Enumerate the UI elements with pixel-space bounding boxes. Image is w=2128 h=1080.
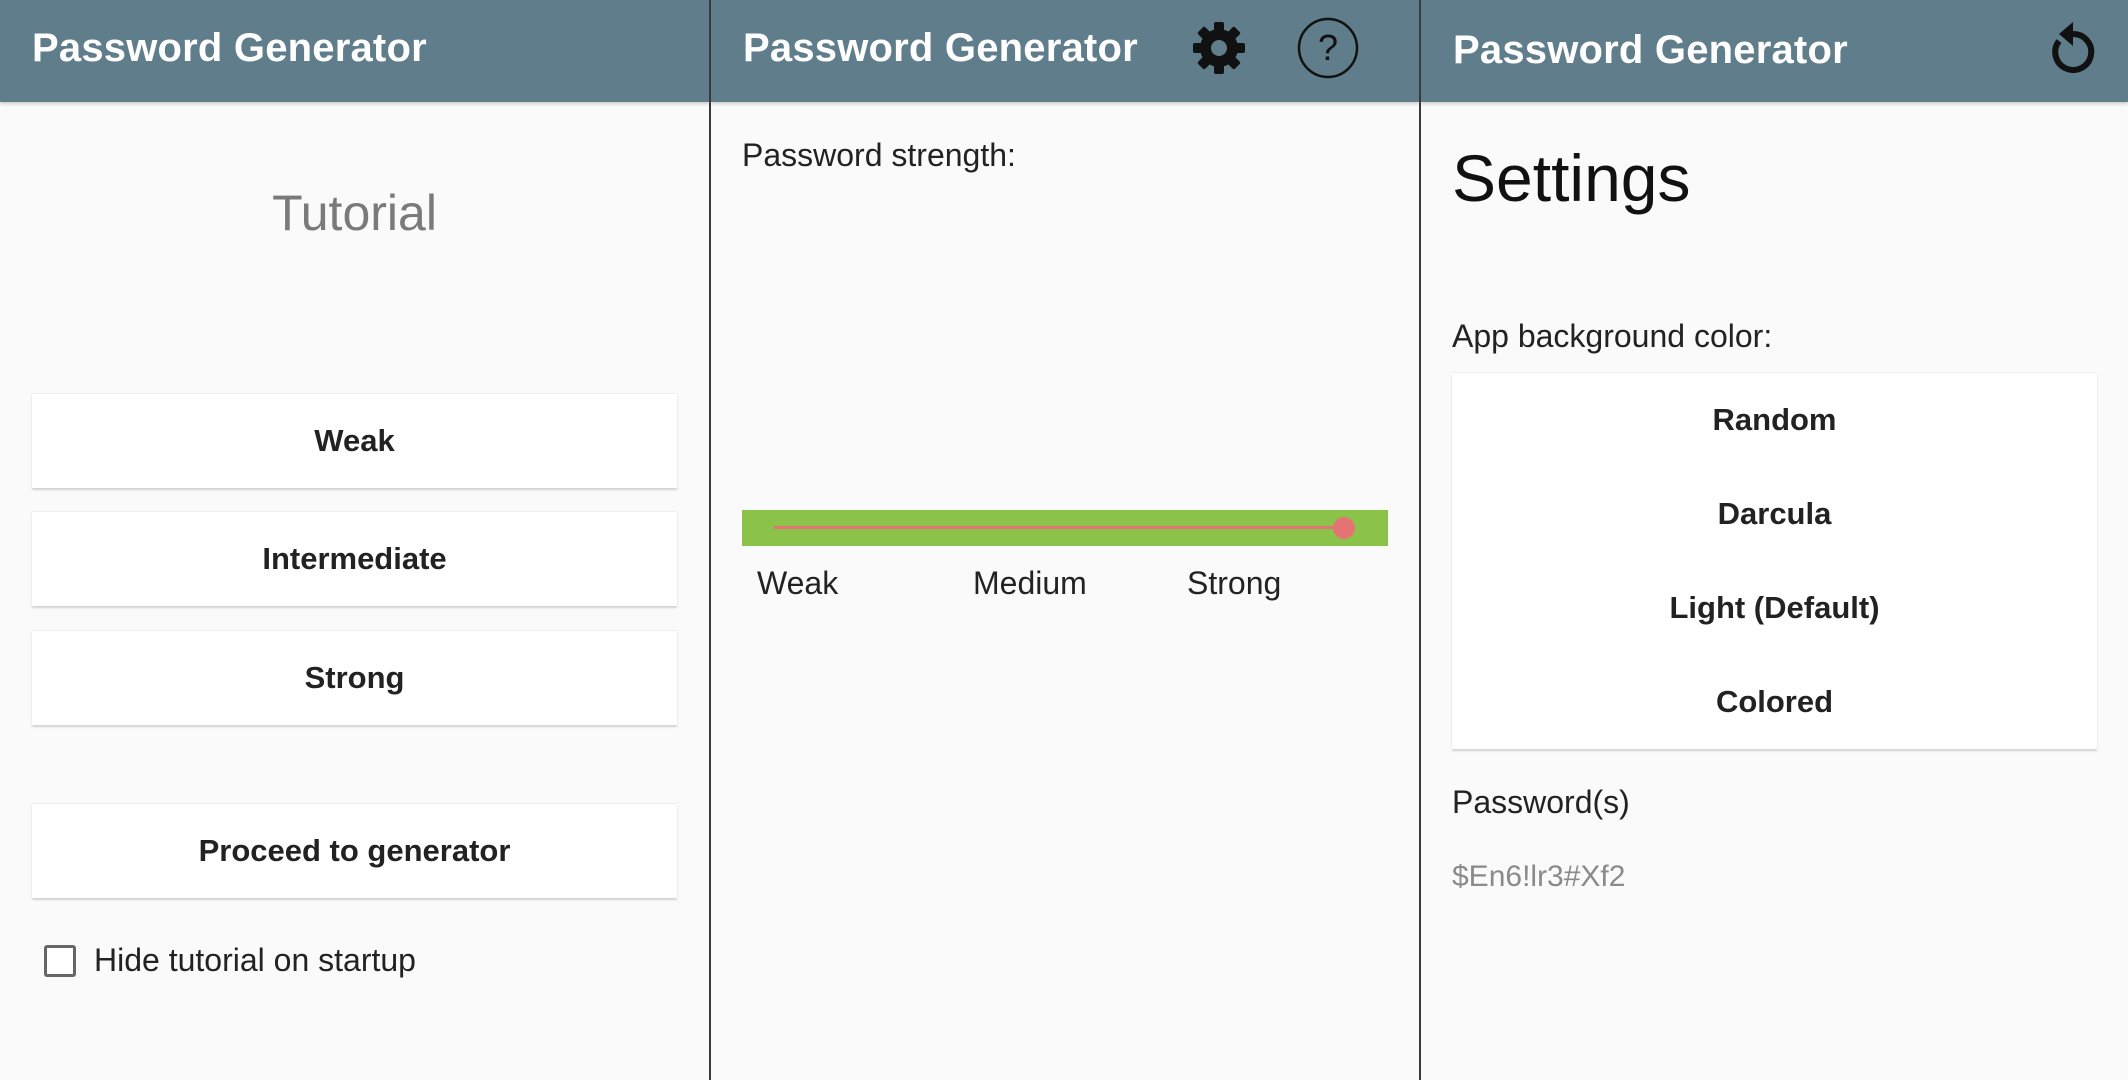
app-bar: Password Generator ? xyxy=(711,0,1419,102)
hide-tutorial-checkbox[interactable] xyxy=(44,944,76,977)
strength-tick-medium: Medium xyxy=(973,565,1087,601)
app-bar: Password Generator xyxy=(1421,0,2128,102)
password-strength-slider[interactable] xyxy=(742,510,1388,546)
settings-button[interactable] xyxy=(1187,13,1251,83)
app-title: Password Generator xyxy=(32,26,427,70)
app-bar: Password Generator xyxy=(0,0,709,102)
strength-tick-strong: Strong xyxy=(1187,565,1282,601)
bg-option-colored[interactable]: Colored xyxy=(1452,655,2097,749)
help-icon: ? xyxy=(1297,17,1359,79)
generator-screen: Password Generator ? Password strength: xyxy=(711,0,1419,1080)
hide-tutorial-label: Hide tutorial on startup xyxy=(94,942,416,978)
intermediate-button[interactable]: Intermediate xyxy=(32,511,677,606)
bg-option-light[interactable]: Light (Default) xyxy=(1452,561,2097,655)
help-button[interactable]: ? xyxy=(1296,13,1360,83)
bg-option-darcula[interactable]: Darcula xyxy=(1452,467,2097,561)
generated-password[interactable]: $En6!lr3#Xf2 xyxy=(1452,860,1625,894)
bg-color-label: App background color: xyxy=(1452,318,1773,354)
strength-tick-weak: Weak xyxy=(757,565,839,601)
svg-text:?: ? xyxy=(1318,27,1338,68)
app-title: Password Generator xyxy=(1453,28,1848,72)
slider-line xyxy=(774,526,1344,529)
hide-tutorial-option[interactable]: Hide tutorial on startup xyxy=(44,942,416,979)
strong-button[interactable]: Strong xyxy=(32,630,677,725)
proceed-to-generator-button[interactable]: Proceed to generator xyxy=(32,803,677,898)
tutorial-screen: Password Generator Tutorial Weak Interme… xyxy=(0,0,709,1080)
slider-thumb[interactable] xyxy=(1333,517,1355,539)
settings-heading: Settings xyxy=(1452,141,1691,215)
passwords-label: Password(s) xyxy=(1452,784,1630,820)
bg-option-random[interactable]: Random xyxy=(1452,373,2097,467)
app-title: Password Generator xyxy=(743,26,1138,70)
weak-button[interactable]: Weak xyxy=(32,393,677,488)
password-strength-label: Password strength: xyxy=(742,137,1016,173)
settings-screen: Password Generator Settings App backgrou… xyxy=(1421,0,2128,1080)
gear-icon xyxy=(1193,22,1245,74)
reset-button[interactable] xyxy=(2041,16,2105,86)
tutorial-heading: Tutorial xyxy=(272,185,437,241)
reset-icon xyxy=(2052,22,2095,73)
bg-color-options: Random Darcula Light (Default) Colored xyxy=(1452,372,2097,749)
